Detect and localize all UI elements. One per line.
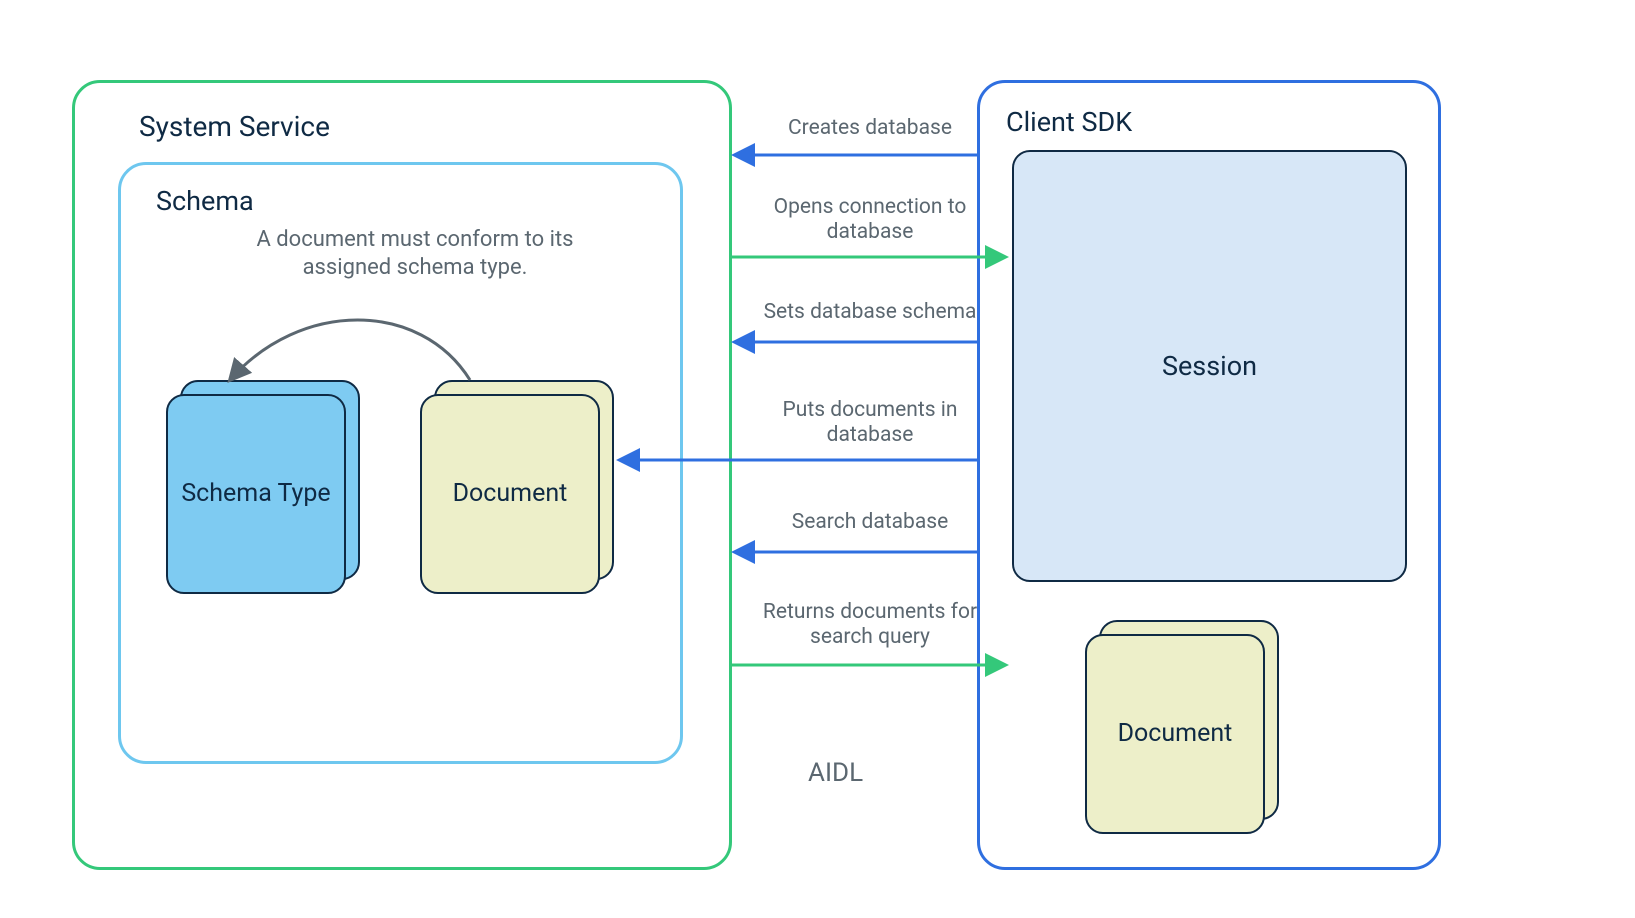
- arrow-label-creates-database: Creates database: [740, 116, 1000, 141]
- session-card: Session: [1012, 150, 1407, 582]
- arrow-label-puts-documents: Puts documents in database: [740, 398, 1000, 448]
- arrow-label-sets-schema: Sets database schema: [740, 300, 1000, 325]
- arrow-label-returns-documents: Returns documents for search query: [740, 600, 1000, 650]
- schema-document-card: Document: [420, 394, 600, 594]
- aidl-label: AIDL: [808, 758, 863, 788]
- diagram-stage: System Service Schema A document must co…: [0, 0, 1635, 918]
- schema-title: Schema: [156, 185, 254, 217]
- schema-conformance-note: A document must conform to its assigned …: [245, 226, 585, 281]
- system-service-title: System Service: [139, 110, 330, 143]
- arrow-label-search-database: Search database: [740, 510, 1000, 535]
- arrow-label-opens-connection: Opens connection to database: [740, 195, 1000, 245]
- client-sdk-title: Client SDK: [1006, 106, 1132, 138]
- client-document-card: Document: [1085, 634, 1265, 834]
- schema-type-card: Schema Type: [166, 394, 346, 594]
